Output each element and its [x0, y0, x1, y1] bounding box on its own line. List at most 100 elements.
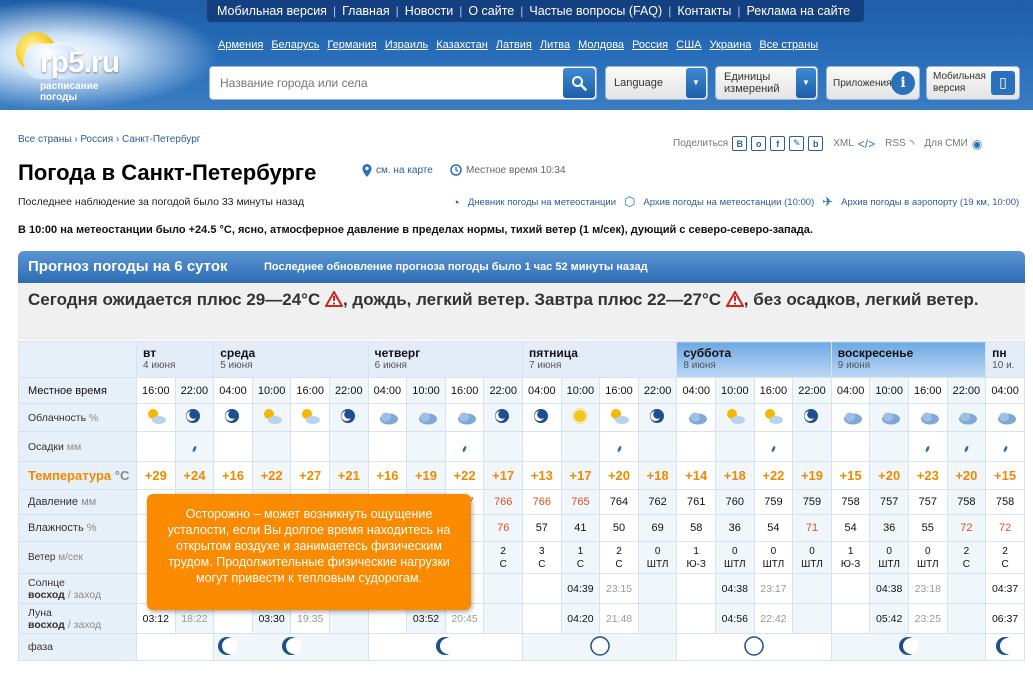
- country-link-all[interactable]: Все страны: [759, 39, 818, 51]
- temperature-cell[interactable]: +18: [637, 461, 678, 490]
- media-link[interactable]: Для СМИ: [924, 138, 967, 149]
- precipitation-cell[interactable]: [637, 431, 678, 462]
- moon-cloud-icon[interactable]: [483, 403, 524, 432]
- precipitation-cell[interactable]: [869, 431, 909, 462]
- cloud-icon[interactable]: [676, 403, 716, 432]
- map-link[interactable]: см. на карте: [362, 164, 433, 177]
- cloud-icon[interactable]: [869, 403, 909, 432]
- warning-icon[interactable]: [324, 291, 343, 307]
- country-link[interactable]: Армения: [218, 39, 263, 51]
- pressure-cell[interactable]: 758: [946, 489, 987, 515]
- precipitation-cell[interactable]: [946, 431, 987, 462]
- country-link[interactable]: Казахстан: [436, 39, 488, 51]
- nav-news[interactable]: Новости: [399, 4, 459, 18]
- humidity-cell[interactable]: 36: [869, 514, 909, 542]
- vk-icon[interactable]: В: [732, 136, 748, 151]
- temperature-cell[interactable]: +14: [676, 461, 716, 490]
- pressure-cell[interactable]: 757: [907, 489, 948, 515]
- temperature-cell[interactable]: +15: [985, 461, 1025, 490]
- new-moon-icon[interactable]: [589, 635, 610, 659]
- wind-cell[interactable]: 0 ШТЛ: [869, 541, 909, 574]
- cloud-icon[interactable]: [830, 403, 871, 432]
- wind-cell[interactable]: 0 ШТЛ: [792, 541, 832, 574]
- sun-cloud-icon[interactable]: [715, 403, 755, 432]
- temperature-cell[interactable]: +20: [599, 461, 639, 490]
- country-link[interactable]: Россия: [632, 39, 668, 51]
- pressure-cell[interactable]: 759: [792, 489, 832, 515]
- code-icon[interactable]: </>: [858, 137, 875, 151]
- country-link[interactable]: Израиль: [385, 39, 428, 51]
- breadcrumb-spb[interactable]: Санкт-Петербург: [122, 134, 200, 145]
- logo[interactable]: rp5.ru расписание погоды: [10, 24, 150, 104]
- precipitation-cell[interactable]: [676, 431, 716, 462]
- humidity-cell[interactable]: 55: [907, 514, 948, 542]
- sun-cloud-icon[interactable]: [136, 403, 176, 432]
- wind-cell[interactable]: 0 ШТЛ: [753, 541, 794, 574]
- humidity-cell[interactable]: 69: [637, 514, 678, 542]
- country-link[interactable]: Германия: [327, 39, 376, 51]
- livejournal-icon[interactable]: ✎: [789, 136, 805, 151]
- temperature-cell[interactable]: +16: [213, 461, 253, 490]
- precipitation-cell[interactable]: [406, 431, 446, 462]
- temperature-cell[interactable]: +21: [328, 461, 369, 490]
- facebook-icon[interactable]: f: [770, 136, 786, 151]
- temperature-cell[interactable]: +20: [946, 461, 987, 490]
- country-link[interactable]: Латвия: [496, 39, 532, 51]
- units-dropdown[interactable]: Единицы измерений ▼: [715, 66, 818, 100]
- pressure-cell[interactable]: 758: [985, 489, 1025, 515]
- temperature-cell[interactable]: +27: [290, 461, 330, 490]
- pressure-cell[interactable]: 765: [560, 489, 601, 515]
- precipitation-cell[interactable]: [136, 431, 176, 462]
- precipitation-cell[interactable]: [483, 431, 524, 462]
- sun-cloud-icon[interactable]: [753, 403, 794, 432]
- country-link[interactable]: США: [676, 39, 701, 51]
- airport-archive-link[interactable]: Архив погоды в аэропорту (19 км, 10:00): [841, 197, 1019, 208]
- wind-cell[interactable]: 2С: [985, 541, 1025, 574]
- temperature-cell[interactable]: +19: [792, 461, 832, 490]
- language-dropdown[interactable]: Language ▼: [605, 66, 708, 100]
- wind-cell[interactable]: 0 ШТЛ: [637, 541, 678, 574]
- humidity-cell[interactable]: 71: [792, 514, 832, 542]
- temperature-cell[interactable]: +23: [907, 461, 948, 490]
- wind-cell[interactable]: 0 ШТЛ: [715, 541, 755, 574]
- pressure-cell[interactable]: 762: [637, 489, 678, 515]
- humidity-cell[interactable]: 41: [560, 514, 601, 542]
- humidity-cell[interactable]: 50: [599, 514, 639, 542]
- humidity-cell[interactable]: 54: [830, 514, 871, 542]
- pressure-cell[interactable]: 764: [599, 489, 639, 515]
- broadcast-icon[interactable]: ◉: [972, 137, 982, 151]
- moon-cloud-icon[interactable]: [174, 403, 215, 432]
- pressure-cell[interactable]: 759: [753, 489, 794, 515]
- new-moon-icon[interactable]: [744, 635, 764, 659]
- ok-icon[interactable]: о: [751, 136, 767, 151]
- nav-about[interactable]: О сайте: [462, 4, 520, 18]
- nav-contacts[interactable]: Контакты: [671, 4, 737, 18]
- precipitation-cell[interactable]: [792, 431, 832, 462]
- blog-icon[interactable]: b: [808, 136, 824, 151]
- cloud-icon[interactable]: [985, 403, 1025, 432]
- precipitation-cell[interactable]: [213, 431, 253, 462]
- precipitation-cell[interactable]: [367, 431, 408, 462]
- nav-faq[interactable]: Частые вопросы (FAQ): [523, 4, 668, 18]
- temperature-cell[interactable]: +29: [136, 461, 176, 490]
- cloud-icon[interactable]: [406, 403, 446, 432]
- sun-icon[interactable]: [560, 403, 601, 432]
- rss-icon[interactable]: ◝: [910, 137, 915, 151]
- pressure-cell[interactable]: 757: [869, 489, 909, 515]
- pressure-cell[interactable]: 760: [715, 489, 755, 515]
- wind-cell[interactable]: 2С: [483, 541, 524, 574]
- temperature-cell[interactable]: +17: [560, 461, 601, 490]
- crescent-moon-icon[interactable]: [217, 636, 239, 659]
- country-link[interactable]: Украина: [710, 39, 752, 51]
- temperature-cell[interactable]: +13: [522, 461, 562, 490]
- precipitation-cell[interactable]: [830, 431, 871, 462]
- sun-cloud-icon[interactable]: [251, 403, 292, 432]
- precipitation-cell[interactable]: [985, 431, 1025, 462]
- precipitation-cell[interactable]: [328, 431, 369, 462]
- archive-link[interactable]: Архив погоды на метеостанции (10:00): [643, 197, 814, 208]
- precipitation-cell[interactable]: [907, 431, 948, 462]
- wind-cell[interactable]: 0 ШТЛ: [907, 541, 948, 574]
- breadcrumb-russia[interactable]: Россия: [80, 134, 113, 145]
- temperature-cell[interactable]: +24: [174, 461, 215, 490]
- temperature-cell[interactable]: +19: [406, 461, 446, 490]
